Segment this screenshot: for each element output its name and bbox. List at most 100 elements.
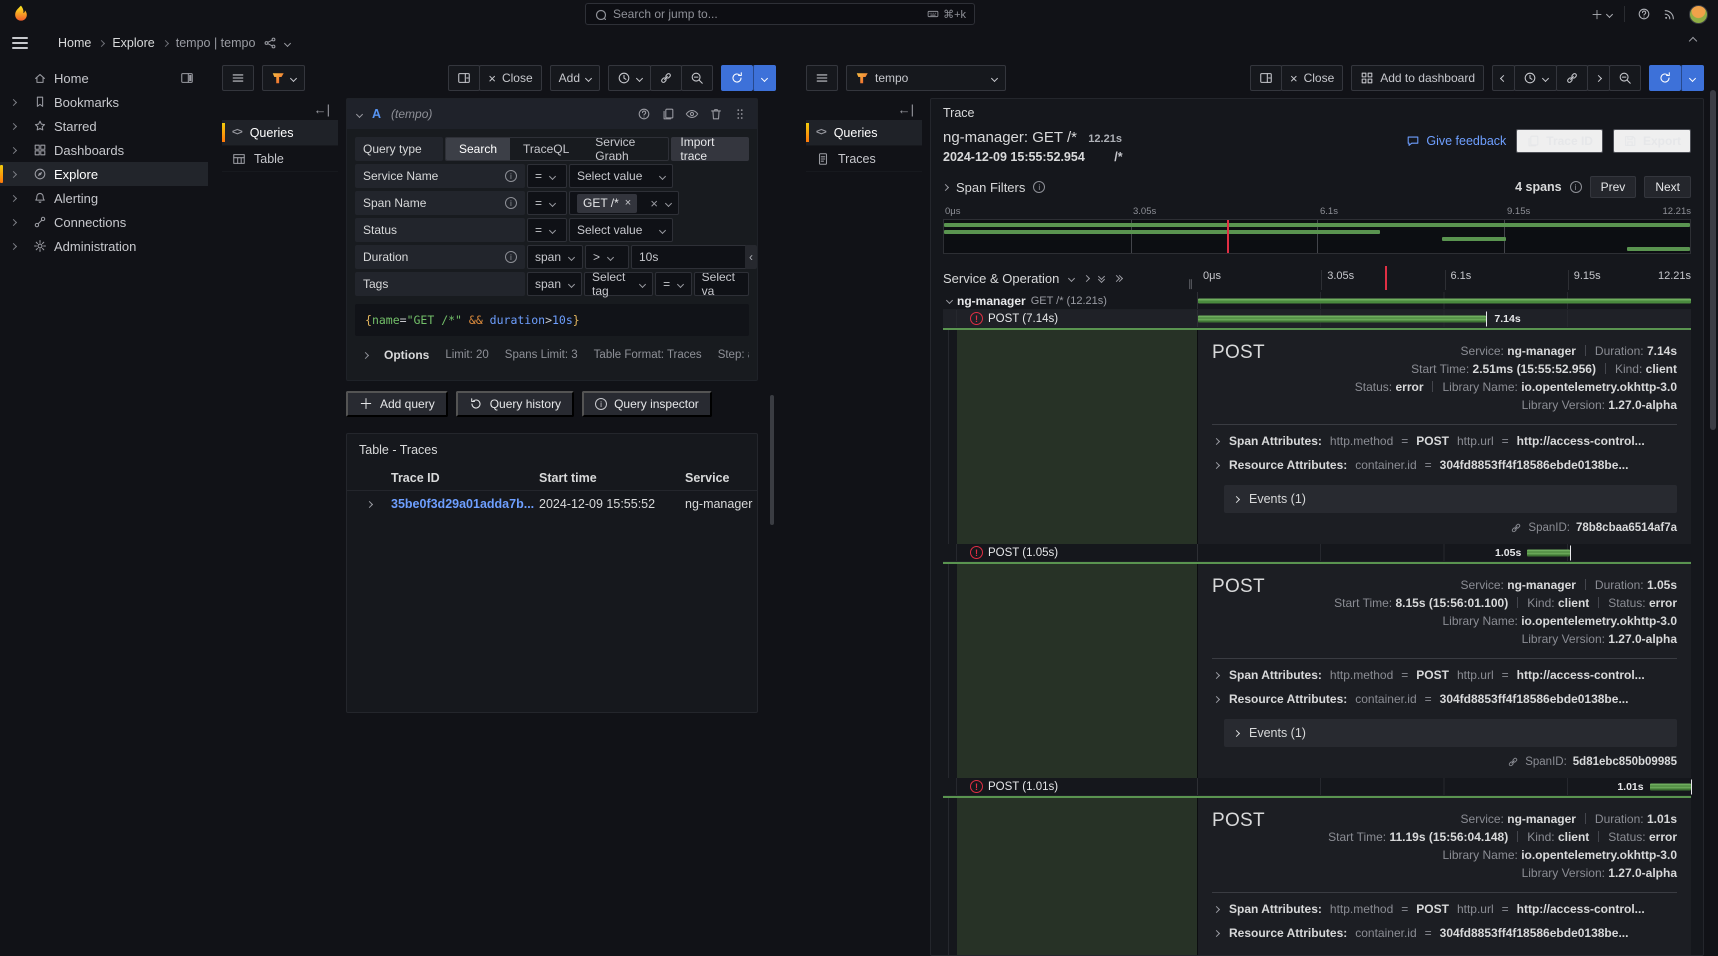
share-icon[interactable] bbox=[263, 36, 277, 50]
duration-scope-select[interactable]: span bbox=[527, 245, 583, 269]
copy-link-button-right[interactable] bbox=[1556, 65, 1588, 91]
service-name-select[interactable]: Select value bbox=[569, 164, 673, 188]
query-header[interactable]: A (tempo) bbox=[347, 99, 757, 129]
run-query-interval-button-right[interactable] bbox=[1681, 65, 1704, 91]
tags-value-select[interactable]: Select va bbox=[694, 272, 749, 296]
expand-all-icon[interactable] bbox=[1114, 276, 1122, 281]
collapse-one-icon[interactable] bbox=[1068, 274, 1075, 281]
trace-id-button[interactable]: Trace ID bbox=[1516, 129, 1603, 153]
events-row[interactable]: Events (1) bbox=[1224, 485, 1677, 513]
sidebar-item-administration[interactable]: Administration bbox=[0, 234, 208, 258]
grafana-logo[interactable] bbox=[10, 3, 32, 25]
span-row-post-2[interactable]: ! POST (1.05s) 1.05s bbox=[943, 544, 1691, 562]
sidebar-item-starred[interactable]: Starred bbox=[0, 114, 208, 138]
next-span-button[interactable]: Next bbox=[1644, 176, 1691, 198]
scroll-left-indicator[interactable]: ‹ bbox=[745, 245, 757, 269]
table-row[interactable]: 35be0f3d29a01adda7b... 2024-12-09 15:55:… bbox=[347, 491, 757, 517]
span-bar[interactable] bbox=[1527, 549, 1569, 556]
time-range-button-right[interactable] bbox=[1514, 65, 1557, 91]
run-query-button-right[interactable] bbox=[1649, 65, 1681, 91]
clear-icon[interactable]: × bbox=[650, 197, 658, 210]
add-button[interactable]: Add bbox=[550, 65, 600, 91]
collapse-tabs-button[interactable]: ←| bbox=[222, 98, 338, 120]
give-feedback-link[interactable]: Give feedback bbox=[1406, 134, 1506, 148]
export-button[interactable]: Export bbox=[1613, 129, 1691, 153]
zoom-out-button-right[interactable] bbox=[1609, 65, 1641, 91]
query-history-button[interactable]: Query history bbox=[456, 391, 574, 417]
left-pane-scrollbar[interactable] bbox=[770, 395, 774, 525]
sidebar-item-home[interactable]: Home bbox=[0, 66, 208, 90]
zoom-out-button-left[interactable] bbox=[681, 65, 713, 91]
dock-panel-icon[interactable] bbox=[180, 71, 194, 85]
run-query-button-left[interactable] bbox=[721, 65, 753, 91]
chevron-down-icon[interactable] bbox=[284, 39, 291, 46]
breadcrumb-home[interactable]: Home bbox=[58, 36, 91, 50]
column-service[interactable]: Service bbox=[685, 471, 757, 485]
import-trace-button[interactable]: Import trace bbox=[671, 137, 749, 161]
span-attributes-row[interactable]: Span Attributes: http.method=POST http.u… bbox=[1212, 663, 1677, 687]
right-pane-scrollbar[interactable] bbox=[1710, 90, 1716, 430]
time-range-button-left[interactable] bbox=[608, 65, 651, 91]
collapse-tabs-button-right[interactable]: ←| bbox=[806, 98, 922, 120]
new-button[interactable]: ＋ bbox=[1591, 6, 1612, 23]
remove-chip-icon[interactable]: × bbox=[625, 197, 631, 209]
span-bar[interactable] bbox=[1198, 298, 1691, 303]
news-icon[interactable] bbox=[1663, 7, 1677, 21]
link-icon[interactable] bbox=[1507, 756, 1519, 768]
breadcrumb-explore[interactable]: Explore bbox=[112, 36, 154, 50]
collapse-top-icon[interactable] bbox=[1689, 37, 1697, 45]
column-resize-handle[interactable]: ∥ bbox=[1188, 279, 1194, 290]
tab-traces-right[interactable]: Traces bbox=[806, 146, 922, 172]
copy-link-button-left[interactable] bbox=[650, 65, 682, 91]
resource-attributes-row[interactable]: Resource Attributes: container.id=304fd8… bbox=[1212, 687, 1677, 711]
span-row-root[interactable]: ng-manager GET /* (12.21s) bbox=[943, 292, 1691, 310]
collapse-query-icon[interactable] bbox=[356, 110, 363, 117]
link-icon[interactable] bbox=[1510, 522, 1522, 534]
collapse-span-icon[interactable] bbox=[946, 297, 953, 304]
column-start-time[interactable]: Start time bbox=[539, 471, 685, 485]
split-open-button-right[interactable] bbox=[1250, 65, 1282, 91]
tags-tag-select[interactable]: Select tag bbox=[584, 272, 653, 296]
span-name-select[interactable]: GET /*× × bbox=[569, 191, 679, 215]
datasource-picker-right[interactable]: tempo bbox=[846, 65, 1006, 91]
tags-scope-select[interactable]: span bbox=[527, 272, 582, 296]
time-shift-back-button[interactable] bbox=[1492, 65, 1515, 91]
duration-input[interactable]: 10s bbox=[631, 245, 747, 269]
tab-queries-left[interactable]: <> Queries bbox=[222, 120, 338, 146]
sidebar-item-dashboards[interactable]: Dashboards bbox=[0, 138, 208, 162]
datasource-picker-left[interactable] bbox=[262, 65, 305, 91]
status-operator[interactable]: = bbox=[527, 218, 567, 242]
split-open-button[interactable] bbox=[448, 65, 480, 91]
menu-toggle-icon[interactable] bbox=[12, 37, 28, 49]
remove-query-icon[interactable] bbox=[709, 107, 723, 121]
expand-row-icon[interactable] bbox=[365, 500, 372, 507]
disable-query-icon[interactable] bbox=[685, 107, 699, 121]
tab-queries-right[interactable]: <> Queries bbox=[806, 120, 922, 146]
user-avatar[interactable] bbox=[1689, 5, 1708, 24]
span-name-chip[interactable]: GET /*× bbox=[577, 194, 637, 213]
trace-minimap[interactable]: 0μs 3.05s 6.1s 9.15s 12.21s bbox=[943, 206, 1691, 254]
status-select[interactable]: Select value bbox=[569, 218, 673, 242]
minimap-cursor[interactable] bbox=[1227, 220, 1229, 253]
search-input[interactable]: Search or jump to... ⌘+k bbox=[585, 3, 975, 25]
query-list-button-right[interactable] bbox=[806, 65, 838, 91]
duration-operator[interactable]: > bbox=[585, 245, 629, 269]
sidebar-item-alerting[interactable]: Alerting bbox=[0, 186, 208, 210]
duplicate-query-icon[interactable] bbox=[661, 107, 675, 121]
trace-id-link[interactable]: 35be0f3d29a01adda7b... bbox=[391, 497, 539, 511]
span-row-post-3[interactable]: ! POST (1.01s) 1.01s bbox=[943, 778, 1691, 796]
sidebar-item-explore[interactable]: Explore bbox=[0, 162, 208, 186]
span-bar[interactable] bbox=[1198, 315, 1486, 322]
column-trace-id[interactable]: Trace ID bbox=[391, 471, 539, 485]
chevron-right-icon[interactable] bbox=[942, 183, 949, 190]
run-query-interval-button-left[interactable] bbox=[753, 65, 776, 91]
query-help-icon[interactable] bbox=[637, 107, 651, 121]
span-bar[interactable] bbox=[1650, 783, 1691, 790]
collapse-all-icon[interactable] bbox=[1099, 274, 1104, 282]
resource-attributes-row[interactable]: Resource Attributes: container.id=304fd8… bbox=[1212, 921, 1677, 945]
tab-service-graph[interactable]: Service Graph bbox=[582, 138, 668, 160]
sidebar-item-bookmarks[interactable]: Bookmarks bbox=[0, 90, 208, 114]
query-list-button[interactable] bbox=[222, 65, 254, 91]
add-to-dashboard-button[interactable]: Add to dashboard bbox=[1351, 65, 1484, 91]
query-options-row[interactable]: Options Limit: 20 Spans Limit: 3 Table F… bbox=[355, 338, 749, 372]
